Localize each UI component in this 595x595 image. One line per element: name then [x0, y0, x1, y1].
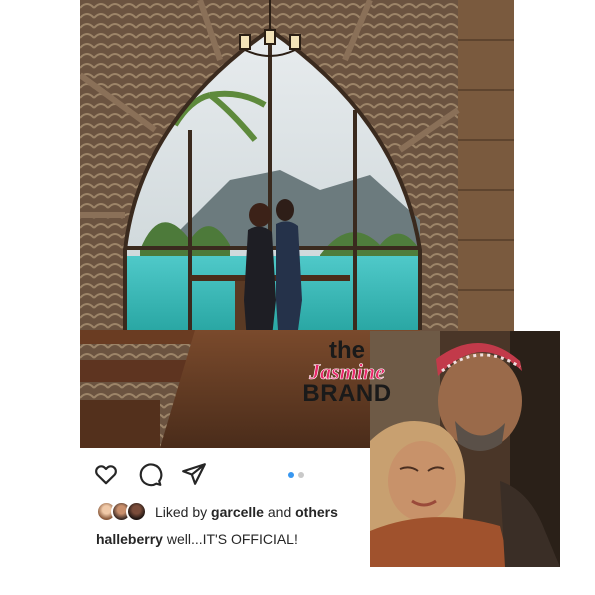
- liker-avatars[interactable]: [96, 501, 147, 522]
- watermark-brand: BRAND: [302, 380, 392, 407]
- liked-by-row: Liked by garcelle and others: [96, 501, 338, 522]
- share-icon[interactable]: [181, 461, 207, 487]
- carousel-dot[interactable]: [298, 472, 304, 478]
- caption-text: well...IT'S OFFICIAL!: [166, 531, 298, 547]
- carousel-indicator: [288, 472, 304, 478]
- liked-by-others[interactable]: others: [295, 504, 338, 520]
- brand-watermark: the Jasmine BRAND: [282, 339, 412, 407]
- liked-by-user[interactable]: garcelle: [211, 504, 264, 520]
- liked-by-prefix: Liked by: [155, 503, 208, 520]
- carousel-dot-active[interactable]: [288, 472, 294, 478]
- caption-username[interactable]: halleberry: [96, 531, 163, 547]
- post-caption: halleberry well...IT'S OFFICIAL!: [96, 531, 298, 547]
- avatar: [126, 501, 147, 522]
- watermark-jasmine: Jasmine: [309, 359, 385, 384]
- post-actions: [93, 461, 207, 487]
- like-icon[interactable]: [93, 461, 119, 487]
- comment-icon[interactable]: [137, 461, 163, 487]
- liked-by-joiner: and: [267, 503, 292, 520]
